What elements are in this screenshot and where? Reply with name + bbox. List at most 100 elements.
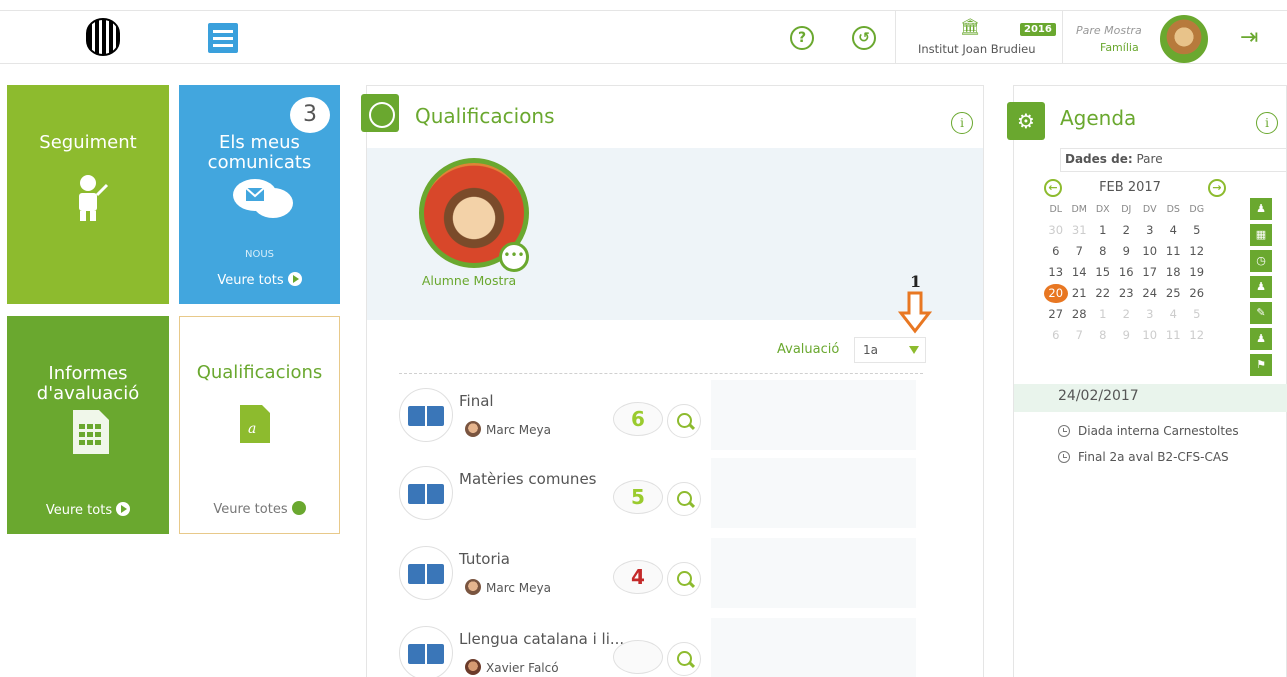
calendar-day[interactable]: 12 xyxy=(1185,242,1209,261)
generalitat-logo[interactable] xyxy=(84,17,122,57)
veure-totes-link[interactable]: Veure totes xyxy=(180,501,339,517)
calendar-day[interactable]: 9 xyxy=(1115,242,1139,261)
calendar-day[interactable]: 27 xyxy=(1044,305,1068,324)
calendar-day[interactable]: 4 xyxy=(1162,305,1186,324)
calendar-day[interactable]: 15 xyxy=(1091,263,1115,282)
search-icon[interactable] xyxy=(667,404,701,438)
flag-icon[interactable]: ⚑ xyxy=(1250,354,1272,376)
search-icon[interactable] xyxy=(667,642,701,676)
event-label: Final 2a aval B2-CFS-CAS xyxy=(1078,450,1229,464)
calendar-day[interactable]: 20 xyxy=(1044,284,1068,303)
subject-row[interactable]: Final Marc Meya 6 xyxy=(397,380,957,458)
clock-icon xyxy=(1058,451,1070,463)
calendar-day[interactable]: 7 xyxy=(1068,242,1092,261)
calendar-day[interactable]: 8 xyxy=(1091,242,1115,261)
calendar-day[interactable]: 2 xyxy=(1115,305,1139,324)
agenda-panel: ⚙ Agenda i Dades de: Pare FEB 2017 ← → D… xyxy=(1007,85,1287,677)
calendar-day[interactable]: 6 xyxy=(1044,326,1068,345)
evaluation-value: 1a xyxy=(863,343,878,357)
group-icon[interactable]: ♟ xyxy=(1250,276,1272,298)
help-icon[interactable]: ? xyxy=(790,26,814,50)
search-icon[interactable] xyxy=(667,482,701,516)
calendar-day[interactable]: 2 xyxy=(1115,221,1139,240)
user-avatar[interactable] xyxy=(1160,15,1208,63)
teacher-name: Marc Meya xyxy=(486,423,551,437)
evaluation-select[interactable]: 1a xyxy=(854,337,926,363)
calendar-day[interactable]: 7 xyxy=(1068,326,1092,345)
calendar-day[interactable]: 11 xyxy=(1162,326,1186,345)
calendar-day[interactable]: 5 xyxy=(1185,221,1209,240)
teacher-avatar xyxy=(465,659,481,675)
dades-label: Dades de: xyxy=(1065,152,1133,166)
next-month-icon[interactable]: → xyxy=(1208,179,1226,197)
calendar-day[interactable]: 4 xyxy=(1162,221,1186,240)
subject-name: Final xyxy=(459,392,494,410)
subject-row[interactable]: Matèries comunes 5 xyxy=(397,458,957,536)
student-area: ••• Alumne Mostra xyxy=(367,148,983,320)
info-icon[interactable]: i xyxy=(1256,112,1278,134)
agenda-event[interactable]: Diada interna Carnestoltes xyxy=(1058,424,1239,438)
more-options-icon[interactable]: ••• xyxy=(499,242,529,272)
calendar-day[interactable]: 14 xyxy=(1068,263,1092,282)
subject-row[interactable]: Llengua catalana i li... Xavier Falcó xyxy=(397,618,957,677)
search-icon[interactable] xyxy=(667,562,701,596)
messages-icon xyxy=(233,179,293,218)
calendar-day[interactable]: 18 xyxy=(1162,263,1186,282)
calendar-day[interactable]: 3 xyxy=(1138,305,1162,324)
calendar-day[interactable]: 5 xyxy=(1185,305,1209,324)
logout-icon[interactable]: ⇥ xyxy=(1240,25,1270,51)
calendar-day[interactable]: 26 xyxy=(1185,284,1209,303)
tile-title: Seguiment xyxy=(39,132,137,153)
agenda-title: Agenda xyxy=(1060,106,1137,130)
people-icon[interactable]: ♟ xyxy=(1250,328,1272,350)
calendar-day[interactable]: 21 xyxy=(1068,284,1092,303)
student-name[interactable]: Alumne Mostra xyxy=(419,274,519,288)
calendar-day[interactable]: 31 xyxy=(1068,221,1092,240)
calendar-day[interactable]: 6 xyxy=(1044,242,1068,261)
calendar-day[interactable]: 30 xyxy=(1044,221,1068,240)
menu-icon[interactable] xyxy=(208,23,238,53)
dades-selector[interactable]: Dades de: Pare xyxy=(1060,148,1287,172)
calendar-day[interactable]: 24 xyxy=(1138,284,1162,303)
subject-row[interactable]: Tutoria Marc Meya 4 xyxy=(397,538,957,616)
calendar-day[interactable]: 8 xyxy=(1091,326,1115,345)
comment-box xyxy=(711,538,916,608)
calendar-day[interactable]: 28 xyxy=(1068,305,1092,324)
calendar-day[interactable]: 22 xyxy=(1091,284,1115,303)
tile-comunicats[interactable]: 3 Els meus comunicats NOUS Veure tots xyxy=(179,85,340,304)
top-header: ? ↺ 🏛 2016 Institut Joan Brudieu Pare Mo… xyxy=(0,10,1287,64)
book-icon xyxy=(399,546,453,600)
calendar-day[interactable]: 17 xyxy=(1138,263,1162,282)
play-icon xyxy=(116,502,131,516)
prev-month-icon[interactable]: ← xyxy=(1044,179,1062,197)
tile-qualificacions[interactable]: Qualificacions a Veure totes xyxy=(179,316,340,534)
tile-title: Informes d'avaluació xyxy=(36,363,140,404)
person-icon[interactable]: ♟ xyxy=(1250,198,1272,220)
tile-seguiment[interactable]: Seguiment xyxy=(7,85,169,304)
weekday-header: DJ xyxy=(1121,204,1132,215)
calendar-day[interactable]: 3 xyxy=(1138,221,1162,240)
calendar-day[interactable]: 19 xyxy=(1185,263,1209,282)
calendar-icon[interactable]: ▦ xyxy=(1250,224,1272,246)
pencil-icon[interactable]: ✎ xyxy=(1250,302,1272,324)
calendar-day[interactable]: 16 xyxy=(1115,263,1139,282)
history-icon[interactable]: ↺ xyxy=(852,26,876,50)
agenda-event[interactable]: Final 2a aval B2-CFS-CAS xyxy=(1058,450,1229,464)
calendar-day[interactable]: 25 xyxy=(1162,284,1186,303)
calendar-day[interactable]: 12 xyxy=(1185,326,1209,345)
clock-icon[interactable]: ◷ xyxy=(1250,250,1272,272)
book-icon xyxy=(399,388,453,442)
veure-tots-link[interactable]: Veure tots xyxy=(7,502,169,518)
calendar-day[interactable]: 9 xyxy=(1115,326,1139,345)
school-name[interactable]: Institut Joan Brudieu xyxy=(918,42,1036,56)
calendar-day[interactable]: 10 xyxy=(1138,326,1162,345)
calendar-day[interactable]: 11 xyxy=(1162,242,1186,261)
calendar-day[interactable]: 13 xyxy=(1044,263,1068,282)
veure-tots-link[interactable]: Veure tots xyxy=(179,272,340,288)
calendar-day[interactable]: 1 xyxy=(1091,221,1115,240)
calendar-day[interactable]: 10 xyxy=(1138,242,1162,261)
tile-informes[interactable]: Informes d'avaluació Veure tots xyxy=(7,316,169,534)
info-icon[interactable]: i xyxy=(951,112,973,134)
calendar-day[interactable]: 1 xyxy=(1091,305,1115,324)
calendar-day[interactable]: 23 xyxy=(1115,284,1139,303)
